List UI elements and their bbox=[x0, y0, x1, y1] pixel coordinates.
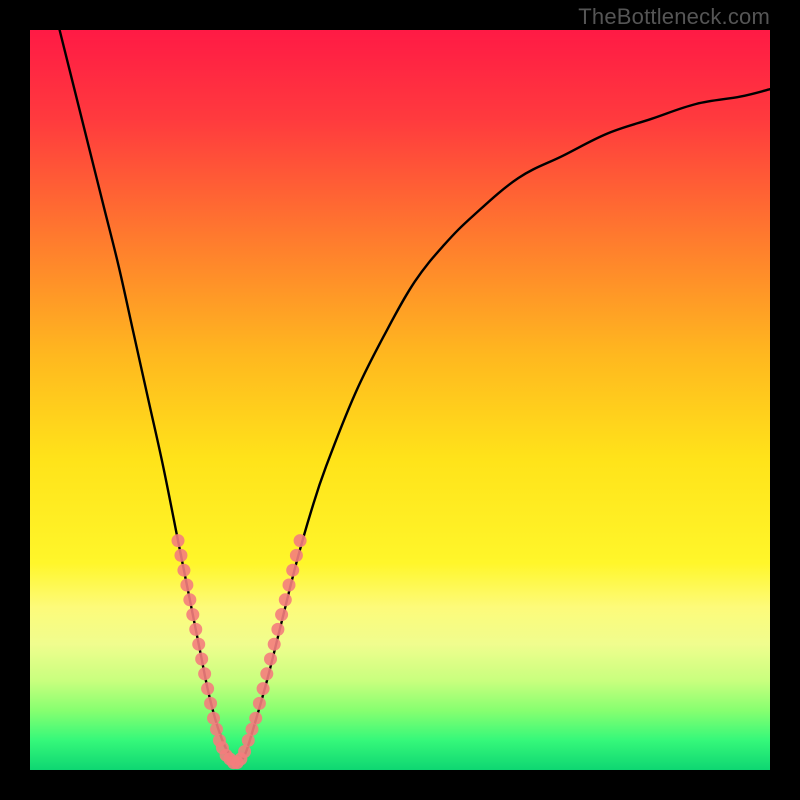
scatter-point bbox=[242, 734, 255, 747]
scatter-point bbox=[283, 579, 296, 592]
scatter-point bbox=[177, 564, 190, 577]
chart-svg bbox=[30, 30, 770, 770]
scatter-point bbox=[271, 623, 284, 636]
scatter-point bbox=[257, 682, 270, 695]
scatter-point bbox=[210, 723, 223, 736]
scatter-point bbox=[183, 593, 196, 606]
scatter-point bbox=[201, 682, 214, 695]
scatter-point bbox=[186, 608, 199, 621]
scatter-point bbox=[207, 712, 220, 725]
scatter-point bbox=[275, 608, 288, 621]
scatter-points bbox=[172, 534, 307, 769]
scatter-point bbox=[204, 697, 217, 710]
scatter-point bbox=[180, 579, 193, 592]
bottleneck-curve bbox=[60, 30, 770, 763]
scatter-point bbox=[294, 534, 307, 547]
scatter-point bbox=[279, 593, 292, 606]
scatter-point bbox=[268, 638, 281, 651]
scatter-point bbox=[264, 653, 277, 666]
scatter-point bbox=[238, 745, 251, 758]
scatter-point bbox=[189, 623, 202, 636]
scatter-point bbox=[260, 667, 273, 680]
outer-frame: TheBottleneck.com bbox=[0, 0, 800, 800]
scatter-point bbox=[286, 564, 299, 577]
plot-area bbox=[30, 30, 770, 770]
scatter-point bbox=[174, 549, 187, 562]
scatter-point bbox=[192, 638, 205, 651]
scatter-point bbox=[249, 712, 262, 725]
scatter-point bbox=[290, 549, 303, 562]
scatter-point bbox=[246, 723, 259, 736]
scatter-point bbox=[195, 653, 208, 666]
scatter-point bbox=[253, 697, 266, 710]
scatter-point bbox=[198, 667, 211, 680]
scatter-point bbox=[172, 534, 185, 547]
watermark-text: TheBottleneck.com bbox=[578, 4, 770, 30]
